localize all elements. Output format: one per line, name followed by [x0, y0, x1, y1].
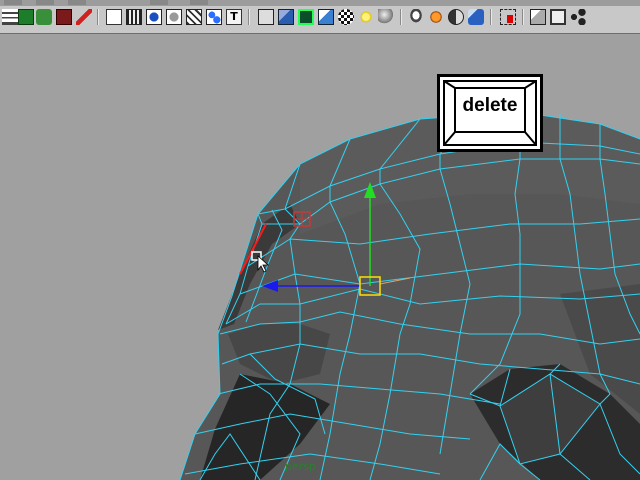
layer-icon[interactable] — [106, 9, 122, 25]
cube-blue-icon[interactable] — [468, 9, 484, 25]
skull-mesh[interactable] — [180, 112, 640, 480]
cube-shaded-icon[interactable] — [278, 9, 294, 25]
menu-strip — [0, 0, 640, 6]
channel-box-icon[interactable] — [18, 9, 34, 25]
render-icon[interactable] — [146, 9, 162, 25]
share-icon[interactable] — [570, 9, 586, 25]
frame-icon[interactable] — [550, 9, 566, 25]
perspective-viewport[interactable]: persp — [0, 34, 640, 480]
cube-wireframe-icon[interactable] — [258, 9, 274, 25]
camera-icon[interactable] — [428, 9, 444, 25]
grid-icon[interactable] — [186, 9, 202, 25]
lamp-icon[interactable] — [408, 9, 424, 25]
paint-icon[interactable] — [76, 9, 92, 25]
delete-key-label: delete — [462, 95, 518, 116]
half-sphere-icon[interactable] — [448, 9, 464, 25]
delete-key-overlay: delete — [437, 74, 543, 152]
sphere-icon[interactable] — [378, 9, 394, 25]
tool-icon[interactable] — [56, 9, 72, 25]
checker-texture-icon[interactable] — [338, 9, 354, 25]
node-icon[interactable] — [206, 9, 222, 25]
cube-textured-icon[interactable] — [318, 9, 334, 25]
film-icon[interactable] — [126, 9, 142, 25]
mesh-scene[interactable] — [0, 34, 640, 480]
list-icon[interactable] — [2, 9, 18, 25]
wireframe-on-shaded-icon[interactable] — [298, 9, 314, 25]
shelf-toolbar: T — [0, 0, 640, 34]
isolate-icon[interactable] — [530, 9, 546, 25]
marquee-select-icon[interactable] — [500, 9, 516, 25]
hypershade-icon[interactable] — [166, 9, 182, 25]
text-tool-icon[interactable]: T — [226, 9, 242, 25]
camera-label: persp — [285, 460, 316, 473]
light-icon[interactable] — [358, 9, 374, 25]
snap-icon[interactable] — [36, 9, 52, 25]
